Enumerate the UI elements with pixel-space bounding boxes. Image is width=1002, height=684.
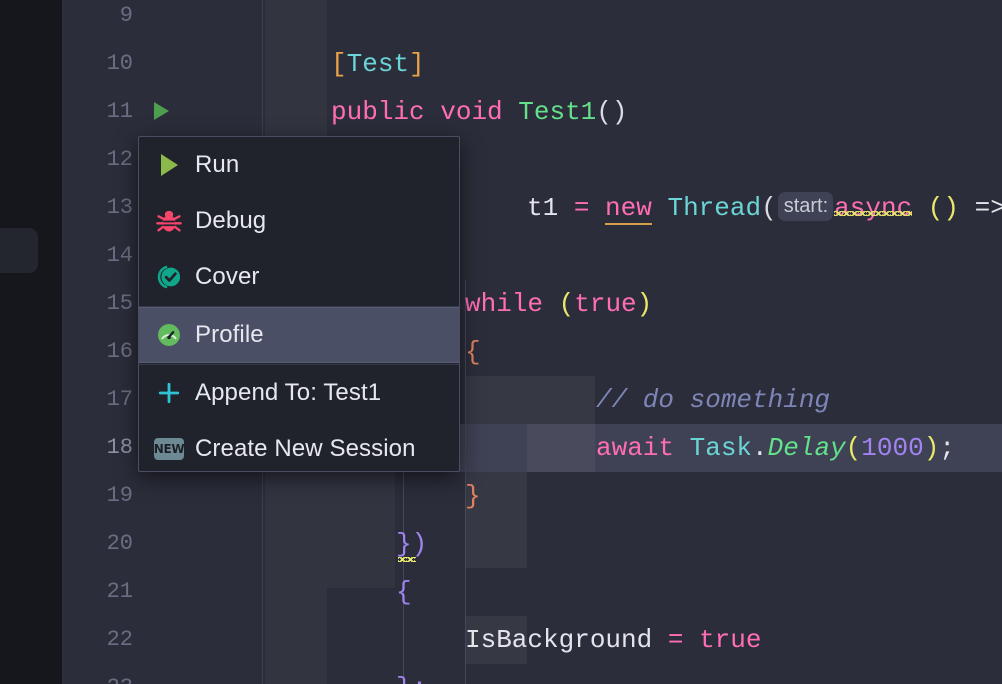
kw-async: async bbox=[834, 193, 913, 223]
menu-item-label: Run bbox=[195, 151, 240, 178]
code-text-line-23: }; bbox=[396, 664, 427, 684]
kw-new: new bbox=[605, 193, 652, 225]
editor-line-19: 19 } bbox=[62, 472, 1002, 520]
menu-item-label: Append To: Test1 bbox=[195, 379, 382, 406]
new-badge-icon: NEW bbox=[149, 429, 189, 469]
line-number: 19 bbox=[106, 483, 133, 508]
plus-icon bbox=[149, 373, 189, 413]
menu-item-label: Create New Session bbox=[195, 435, 416, 462]
open-brace: { bbox=[396, 577, 412, 607]
code-text-line-13: t1 = new Thread(start: async () => bbox=[527, 184, 1002, 232]
menu-item-create-new-session[interactable]: NEW Create New Session bbox=[139, 421, 459, 471]
menu-item-label: Profile bbox=[195, 321, 264, 348]
lambda-arrow: => bbox=[974, 193, 1002, 223]
editor-line-21: 21 { bbox=[62, 568, 1002, 616]
code-text-line-10: [Test] bbox=[331, 49, 425, 79]
line-number: 20 bbox=[106, 531, 133, 556]
number-literal: 1000 bbox=[861, 433, 924, 463]
close-brace-paren: }) bbox=[396, 529, 428, 559]
line-number: 23 bbox=[62, 664, 133, 684]
line-number: 12 bbox=[106, 147, 133, 172]
kw-public: public bbox=[331, 97, 425, 127]
method-delay: Delay bbox=[767, 433, 846, 463]
cond-open-paren: ( bbox=[558, 289, 575, 319]
code-text-line-20: }) bbox=[396, 520, 1002, 568]
editor-line-23: 23 }; bbox=[62, 664, 1002, 684]
menu-item-cover[interactable]: Cover bbox=[139, 249, 459, 305]
var-t1: t1 bbox=[527, 193, 559, 223]
editor-line-20: 20 }) bbox=[62, 520, 1002, 568]
line-number: 21 bbox=[106, 579, 133, 604]
profile-gauge-icon bbox=[149, 315, 189, 355]
rider-editor-window: 9 10 [Test] 11 public void Test1() 12 13… bbox=[0, 0, 1002, 684]
code-text-line-21: { bbox=[396, 568, 412, 616]
menu-item-label: Debug bbox=[195, 207, 267, 234]
kw-await: await bbox=[596, 433, 675, 463]
parameter-hint-badge[interactable]: start: bbox=[777, 192, 834, 221]
debug-bug-icon bbox=[149, 201, 189, 241]
kw-void: void bbox=[440, 97, 503, 127]
code-text-line-15: while (true) bbox=[465, 280, 652, 328]
close-brace: } bbox=[465, 481, 481, 511]
left-tool-window-stripe bbox=[0, 0, 62, 684]
menu-item-profile[interactable]: Profile bbox=[139, 307, 459, 363]
editor-line-11: 11 public void Test1() bbox=[62, 88, 1002, 136]
code-text-line-19: } bbox=[465, 472, 481, 520]
dot: . bbox=[752, 433, 768, 463]
run-context-menu[interactable]: Run Debug Cover Profile Append To: Test1… bbox=[138, 136, 460, 472]
editor-line-10: 10 [Test] bbox=[62, 40, 1002, 88]
cond-close-paren: ) bbox=[636, 289, 653, 319]
line-number: 13 bbox=[106, 195, 133, 220]
comment-text: // do something bbox=[596, 385, 831, 415]
assign-op: = bbox=[667, 625, 684, 655]
line-number: 11 bbox=[106, 99, 133, 124]
kw-true: true bbox=[574, 289, 637, 319]
method-parens: () bbox=[596, 97, 628, 127]
line-number: 10 bbox=[106, 51, 133, 76]
run-gutter-play-icon[interactable] bbox=[154, 102, 169, 120]
line-number: 14 bbox=[106, 243, 133, 268]
close-brace-semi: }; bbox=[396, 673, 427, 684]
lambda-parens: () bbox=[927, 193, 959, 223]
menu-item-run[interactable]: Run bbox=[139, 137, 459, 193]
tool-window-stripe-button[interactable] bbox=[0, 228, 38, 273]
cover-check-icon bbox=[149, 257, 189, 297]
open-paren: ( bbox=[761, 193, 777, 223]
menu-item-label: Cover bbox=[195, 263, 260, 290]
call-close-paren: ) bbox=[923, 433, 940, 463]
semicolon: ; bbox=[939, 433, 955, 463]
code-text-line-18: await Task.Delay(1000); bbox=[596, 424, 955, 472]
run-play-icon bbox=[149, 145, 189, 185]
property-isbackground: IsBackground bbox=[465, 625, 653, 655]
code-text-line-17: // do something bbox=[596, 376, 830, 424]
type-thread: Thread bbox=[667, 193, 762, 223]
code-text-line-11: public void Test1() bbox=[331, 88, 628, 136]
line-number: 15 bbox=[106, 291, 133, 316]
call-open-paren: ( bbox=[845, 433, 862, 463]
kw-true: true bbox=[699, 625, 762, 655]
kw-while: while bbox=[465, 289, 544, 319]
menu-item-debug[interactable]: Debug bbox=[139, 193, 459, 249]
open-brace: { bbox=[465, 337, 481, 367]
method-name: Test1 bbox=[518, 97, 597, 127]
line-number: 22 bbox=[106, 627, 133, 652]
editor-line-22: 22 IsBackground = true bbox=[62, 616, 1002, 664]
assign-op: = bbox=[573, 193, 590, 223]
line-number: 9 bbox=[119, 3, 133, 28]
attribute-name: Test bbox=[346, 49, 410, 79]
type-task: Task bbox=[689, 433, 753, 463]
line-number: 18 bbox=[106, 435, 133, 460]
menu-item-append-to-test1[interactable]: Append To: Test1 bbox=[139, 365, 459, 421]
line-number: 16 bbox=[106, 339, 133, 364]
editor-line-9: 9 bbox=[62, 0, 1002, 40]
line-number: 17 bbox=[106, 387, 133, 412]
code-text-line-22: IsBackground = true bbox=[465, 616, 761, 664]
code-text-line-16: { bbox=[465, 328, 481, 376]
